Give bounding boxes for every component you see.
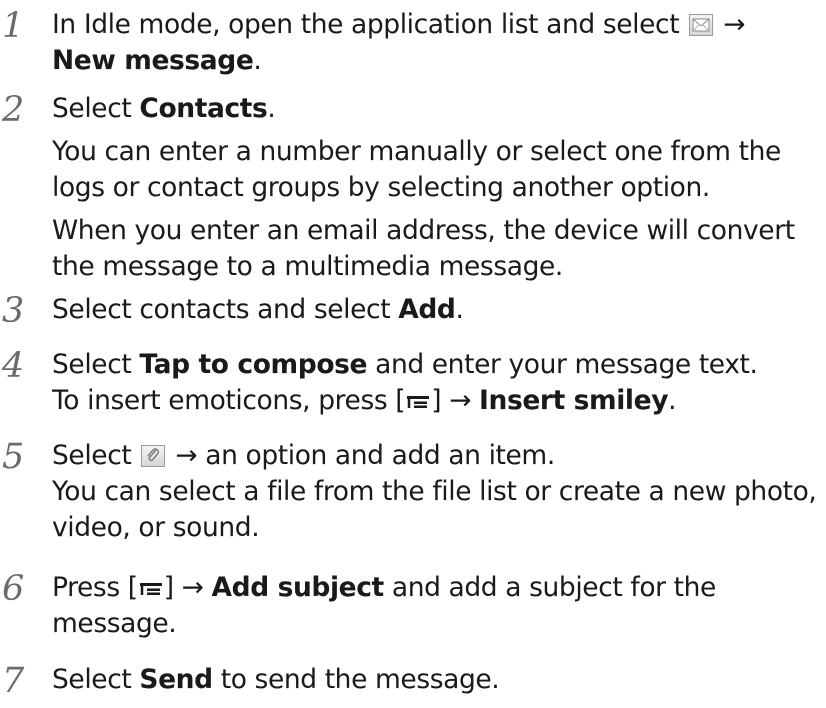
- step-text-line: In Idle mode, open the application list …: [52, 9, 746, 40]
- message-envelope-icon: [689, 14, 714, 36]
- step-text-line: When you enter an email address, the dev…: [52, 215, 795, 246]
- instruction-document: 1 In Idle mode, open the application lis…: [0, 0, 826, 708]
- step-number: 4: [2, 346, 25, 386]
- menu-key-icon: [138, 572, 164, 606]
- menu-key-icon: [405, 385, 431, 419]
- step-text-line: video, or sound.: [52, 512, 260, 543]
- step-number: 7: [2, 661, 25, 701]
- step-number: 2: [2, 90, 25, 130]
- step-text-line: Select Tap to compose and enter your mes…: [52, 349, 758, 380]
- step-text-line: Select contacts and select Add.: [52, 294, 464, 325]
- step-text-line: message.: [52, 608, 177, 639]
- paperclip-attach-icon: [141, 445, 166, 467]
- step-number: 3: [2, 291, 25, 331]
- step-text-line: To insert emoticons, press [] → Insert s…: [52, 384, 677, 419]
- step-text-line: Select → an option and add an item.: [52, 440, 555, 471]
- step-text-line: Select Send to send the message.: [52, 664, 500, 695]
- step-text-line: New message.: [52, 45, 262, 76]
- step-text-line: Select Contacts.: [52, 93, 276, 124]
- step-text-line: the message to a multimedia message.: [52, 251, 563, 282]
- step-text-line: logs or contact groups by selecting anot…: [52, 172, 710, 203]
- step-number: 5: [2, 437, 25, 477]
- step-number: 1: [2, 6, 25, 46]
- step-text-line: Press [] → Add subject and add a subject…: [52, 571, 716, 606]
- step-text-line: You can enter a number manually or selec…: [52, 136, 781, 167]
- step-number: 6: [2, 569, 25, 609]
- step-text-line: You can select a file from the file list…: [52, 476, 817, 507]
